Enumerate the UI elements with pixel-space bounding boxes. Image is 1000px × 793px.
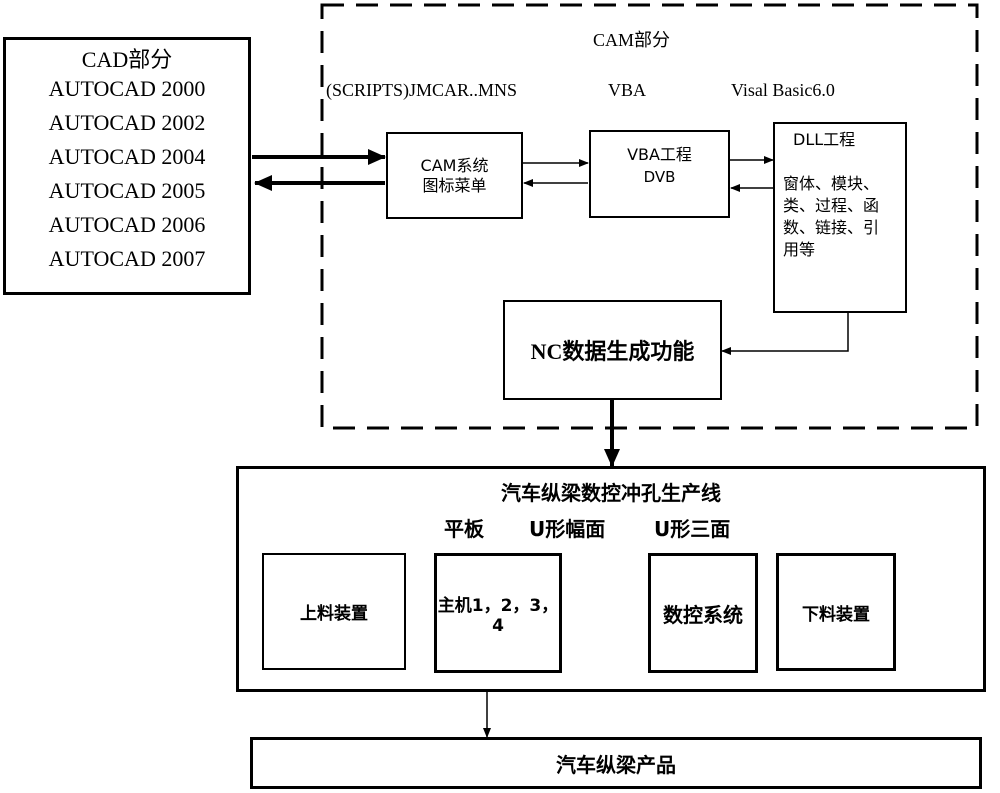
dll-project-line1: 窗体、模块、 — [783, 174, 880, 193]
unit-main-machines-box: 主机1，2，3，4 — [434, 553, 562, 673]
cad-version-5: AUTOCAD 2006 — [48, 212, 206, 237]
unit-loading-label: 上料装置 — [300, 604, 368, 624]
cad-version-2: AUTOCAD 2002 — [48, 110, 206, 135]
production-type-flat: 平板 — [444, 517, 484, 541]
unit-unloading: 下料装置 — [776, 553, 896, 671]
unit-nc-system-label: 数控系统 — [663, 602, 743, 627]
cam-menu-line2: 图标菜单 — [422, 175, 487, 195]
unit-loading: 上料装置 — [262, 553, 406, 670]
cam-section-title: CAM部分 — [593, 30, 671, 50]
cad-section-title: CAD部分 — [81, 47, 173, 72]
dll-project-line4: 用等 — [783, 240, 816, 259]
vba-project-line2: DVB — [643, 168, 676, 186]
cam-label-vba: VBA — [608, 80, 647, 100]
production-type-u-three: U形三面 — [654, 517, 731, 541]
unit-nc-system: 数控系统 — [648, 553, 758, 673]
dll-project-box: DLL工程 窗体、模块、 类、过程、函 数、链接、引 用等 — [773, 122, 907, 313]
unit-unloading-label: 下料装置 — [802, 604, 870, 625]
product-box: 汽车纵梁产品 — [250, 737, 982, 789]
cam-menu-box: CAM系统 图标菜单 — [386, 132, 523, 219]
cad-version-4: AUTOCAD 2005 — [48, 178, 206, 203]
arrow-dll-to-nc — [721, 313, 849, 355]
production-type-u-web: U形幅面 — [529, 517, 606, 541]
vba-project-box: VBA工程 DVB — [589, 130, 730, 218]
nc-function-label: NC数据生成功能 — [530, 339, 695, 364]
cam-label-vb6: Visal Basic6.0 — [731, 80, 835, 100]
dll-project-title: DLL工程 — [793, 130, 856, 149]
nc-function-box: NC数据生成功能 — [503, 300, 722, 400]
vba-project-line1: VBA工程 — [627, 145, 692, 164]
product-label: 汽车纵梁产品 — [556, 752, 676, 777]
cam-menu-line1: CAM系统 — [420, 155, 489, 175]
dll-project-line3: 数、链接、引 — [783, 218, 880, 237]
cam-label-scripts: (SCRIPTS)JMCAR..MNS — [326, 80, 518, 100]
cad-version-1: AUTOCAD 2000 — [48, 76, 206, 101]
cad-section-box: CAD部分 AUTOCAD 2000 AUTOCAD 2002 AUTOCAD … — [3, 37, 251, 295]
dll-project-line2: 类、过程、函 — [783, 196, 880, 215]
cad-version-6: AUTOCAD 2007 — [48, 246, 206, 271]
unit-main-machines-label: 主机1，2，3，4 — [437, 595, 559, 636]
cad-version-3: AUTOCAD 2004 — [48, 144, 206, 169]
production-line-title: 汽车纵梁数控冲孔生产线 — [501, 481, 721, 505]
